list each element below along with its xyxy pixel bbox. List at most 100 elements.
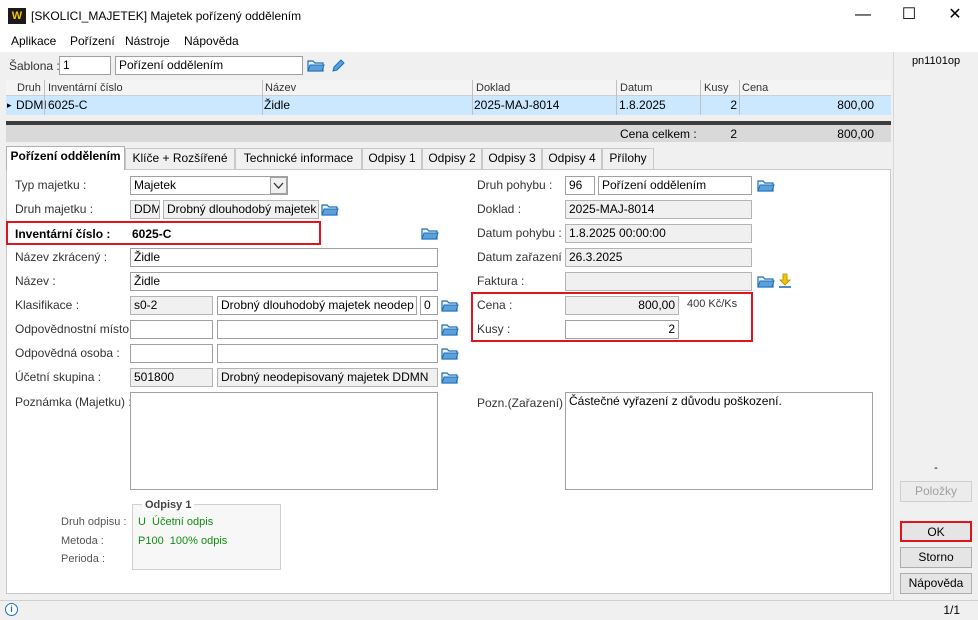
kusy-label: Kusy : bbox=[477, 322, 511, 336]
kusy-field[interactable]: 2 bbox=[565, 320, 679, 339]
col-doklad[interactable]: Doklad bbox=[476, 82, 510, 94]
folder-open-icon[interactable] bbox=[441, 322, 459, 337]
grid-separator bbox=[472, 80, 473, 115]
cell-cena: 800,00 bbox=[837, 98, 874, 112]
page-indicator: 1/1 bbox=[943, 603, 960, 617]
nazev-zkraceny-field[interactable]: Židle bbox=[130, 248, 438, 267]
metoda-label: Metoda : bbox=[61, 535, 104, 547]
napoveda-button[interactable]: Nápověda bbox=[900, 573, 972, 594]
window-title: [SKOLICI_MAJETEK] Majetek pořízený odděl… bbox=[31, 9, 302, 23]
odpovedna-osoba-name-field[interactable] bbox=[217, 344, 438, 363]
template-name-field[interactable]: Pořízení oddělením bbox=[115, 56, 303, 75]
folder-open-icon[interactable] bbox=[421, 226, 439, 241]
menu-aplikace[interactable]: Aplikace bbox=[11, 34, 56, 48]
template-label: Šablona : bbox=[9, 59, 60, 73]
ucetni-skupina-name-field[interactable]: Drobný neodepisovaný majetek DDMN bbox=[217, 368, 438, 387]
grid-separator bbox=[739, 80, 740, 115]
menu-porizeni[interactable]: Pořízení bbox=[70, 34, 115, 48]
folder-open-icon[interactable] bbox=[757, 178, 775, 193]
inventarni-cislo-value[interactable]: 6025-C bbox=[132, 227, 171, 241]
nazev-field[interactable]: Židle bbox=[130, 272, 438, 291]
tab-porizeni-oddelenim[interactable]: Pořízení oddělením bbox=[6, 146, 125, 170]
pozn-zarazeni-label: Pozn.(Zařazení) : bbox=[477, 396, 570, 410]
close-button[interactable]: ✕ bbox=[932, 0, 978, 32]
cell-kusy: 2 bbox=[730, 98, 737, 112]
cena-unit-text: 400 Kč/Ks bbox=[687, 298, 738, 310]
menu-napoveda[interactable]: Nápověda bbox=[184, 34, 239, 48]
tab-odpisy-1[interactable]: Odpisy 1 bbox=[362, 148, 422, 169]
minimize-button[interactable]: — bbox=[840, 0, 886, 32]
col-cena[interactable]: Cena bbox=[742, 82, 768, 94]
klasifikace-code-field[interactable]: s0-2 bbox=[130, 296, 213, 315]
datum-zarazeni-field[interactable]: 26.3.2025 bbox=[565, 248, 752, 267]
col-datum[interactable]: Datum bbox=[620, 82, 652, 94]
col-nazev[interactable]: Název bbox=[265, 82, 296, 94]
ucetni-skupina-label: Účetní skupina : bbox=[15, 370, 102, 384]
folder-open-icon[interactable] bbox=[441, 298, 459, 313]
tab-odpisy-3[interactable]: Odpisy 3 bbox=[482, 148, 542, 169]
odpovednostni-misto-label: Odpovědnostní místo : bbox=[15, 322, 136, 336]
perioda-label: Perioda : bbox=[61, 553, 106, 565]
typ-majetku-select[interactable]: Majetek bbox=[130, 176, 288, 195]
total-kusy: 2 bbox=[730, 127, 737, 141]
polozky-button[interactable]: Položky bbox=[900, 481, 972, 502]
ok-button[interactable]: OK bbox=[900, 521, 972, 542]
tab-odpisy-4[interactable]: Odpisy 4 bbox=[542, 148, 602, 169]
folder-open-icon[interactable] bbox=[441, 346, 459, 361]
druh-majetku-name-field[interactable]: Drobný dlouhodobý majetek bbox=[163, 200, 319, 219]
doklad-label: Doklad : bbox=[477, 202, 522, 216]
nazev-zkraceny-label: Název zkrácený : bbox=[15, 250, 108, 264]
poznamka-label: Poznámka (Majetku) : bbox=[15, 395, 132, 409]
right-panel bbox=[893, 52, 978, 600]
col-druh[interactable]: Druh bbox=[17, 82, 41, 94]
druh-pohybu-name-field[interactable]: Pořízení oddělením bbox=[598, 176, 752, 195]
storno-button[interactable]: Storno bbox=[900, 547, 972, 568]
ucetni-skupina-code-field[interactable]: 501800 bbox=[130, 368, 213, 387]
klasifikace-num-field[interactable]: 0 bbox=[420, 296, 438, 315]
datum-pohybu-field[interactable]: 1.8.2025 00:00:00 bbox=[565, 224, 752, 243]
title-bar: W [SKOLICI_MAJETEK] Majetek pořízený odd… bbox=[0, 0, 978, 32]
odpovedna-osoba-code-field[interactable] bbox=[130, 344, 213, 363]
tab-odpisy-2[interactable]: Odpisy 2 bbox=[422, 148, 482, 169]
doklad-field[interactable]: 2025-MAJ-8014 bbox=[565, 200, 752, 219]
cell-datum: 1.8.2025 bbox=[619, 98, 666, 112]
maximize-button[interactable]: ☐ bbox=[886, 0, 932, 32]
tab-technicke-informace[interactable]: Technické informace bbox=[235, 148, 362, 169]
tab-klice[interactable]: Klíče + Rozšířené bbox=[125, 148, 235, 169]
grid-separator bbox=[44, 80, 45, 115]
chevron-down-icon bbox=[273, 182, 284, 189]
grid-separator bbox=[616, 80, 617, 115]
menu-nastroje[interactable]: Nástroje bbox=[125, 34, 170, 48]
tab-prilohy[interactable]: Přílohy bbox=[602, 148, 654, 169]
odpisy-title: Odpisy 1 bbox=[142, 499, 195, 511]
download-arrow-icon[interactable] bbox=[777, 273, 793, 289]
odpovednostni-misto-name-field[interactable] bbox=[217, 320, 438, 339]
grid-separator bbox=[700, 80, 701, 115]
side-dash: - bbox=[934, 462, 938, 474]
klasifikace-label: Klasifikace : bbox=[15, 298, 80, 312]
template-number-field[interactable]: 1 bbox=[59, 56, 111, 75]
faktura-field[interactable] bbox=[565, 272, 752, 291]
pozn-zarazeni-textarea[interactable]: Částečné vyřazení z důvodu poškození. bbox=[565, 392, 873, 490]
cena-field[interactable]: 800,00 bbox=[565, 296, 679, 315]
klasifikace-name-field[interactable]: Drobný dlouhodobý majetek neodep bbox=[217, 296, 417, 315]
druh-majetku-code-field[interactable]: DDM bbox=[130, 200, 160, 219]
dropdown-button[interactable] bbox=[270, 177, 287, 194]
col-kusy[interactable]: Kusy bbox=[704, 82, 728, 94]
folder-open-icon[interactable] bbox=[321, 202, 339, 217]
metoda-value: P100 100% odpis bbox=[138, 535, 228, 547]
folder-open-icon[interactable] bbox=[307, 58, 325, 73]
info-icon[interactable]: i bbox=[5, 603, 18, 616]
col-inventarni-cislo[interactable]: Inventární číslo bbox=[48, 82, 123, 94]
cell-inventarni-cislo: 6025-C bbox=[48, 98, 88, 112]
datum-pohybu-label: Datum pohybu : bbox=[477, 226, 562, 240]
poznamka-textarea[interactable] bbox=[130, 392, 438, 490]
odpovednostni-misto-code-field[interactable] bbox=[130, 320, 213, 339]
folder-open-icon[interactable] bbox=[757, 274, 775, 289]
odpovedna-osoba-label: Odpovědná osoba : bbox=[15, 346, 120, 360]
folder-open-icon[interactable] bbox=[441, 370, 459, 385]
datum-zarazeni-label: Datum zařazení : bbox=[477, 250, 569, 264]
screen-code: pn1101op bbox=[911, 55, 961, 67]
edit-pencil-icon[interactable] bbox=[331, 58, 346, 73]
druh-pohybu-code-field[interactable]: 96 bbox=[565, 176, 595, 195]
